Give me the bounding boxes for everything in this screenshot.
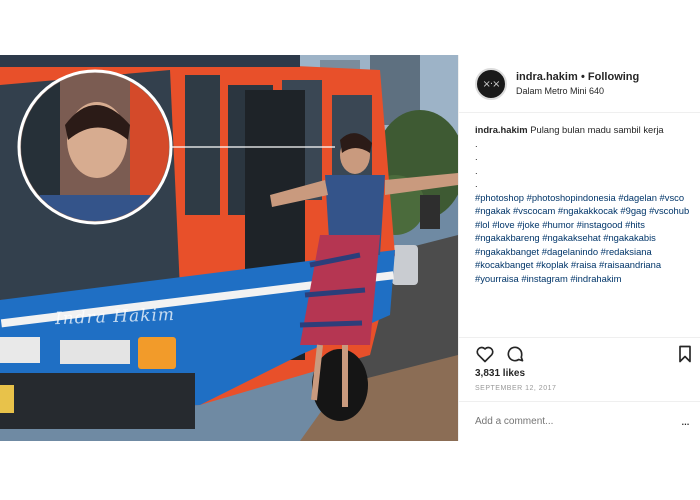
header-username[interactable]: indra.hakim	[516, 71, 578, 83]
post-header: ×·× indra.hakim • Following Dalam Metro …	[459, 55, 700, 113]
location-link[interactable]: Dalam Metro Mini 640	[516, 86, 604, 96]
caption-dot: .	[475, 178, 478, 189]
more-options-icon[interactable]: ...	[681, 413, 690, 428]
caption-dot: .	[475, 137, 478, 149]
post-date[interactable]: SEPTEMBER 12, 2017	[475, 385, 556, 392]
caption-username[interactable]: indra.hakim	[475, 124, 528, 135]
heart-icon[interactable]	[475, 344, 495, 364]
likes-count[interactable]: 3,831 likes	[475, 368, 525, 379]
post-photo[interactable]: Indra Hakim	[0, 55, 458, 441]
avatar[interactable]: ×·×	[475, 68, 507, 100]
caption-dot: .	[475, 151, 478, 162]
follow-status-wrap: • Following	[581, 71, 639, 83]
separator-dot: •	[581, 71, 588, 83]
post-panel: ×·× indra.hakim • Following Dalam Metro …	[458, 55, 700, 441]
action-bar	[459, 337, 700, 367]
bus-photo-illustration	[0, 55, 458, 441]
following-button[interactable]: Following	[588, 71, 639, 83]
caption-text: Pulang bulan madu sambil kerja	[527, 124, 664, 135]
comment-input[interactable]	[475, 416, 665, 427]
caption-hashtags[interactable]: #photoshop #photoshopindonesia #dagelan …	[475, 192, 689, 284]
comment-row: ...	[459, 401, 700, 441]
comment-icon[interactable]	[505, 344, 525, 364]
avatar-glyph: ×·×	[482, 78, 501, 90]
photo-watermark: Indra Hakim	[54, 304, 176, 330]
post-caption: indra.hakim Pulang bulan madu sambil ker…	[475, 123, 693, 343]
bookmark-icon[interactable]	[675, 344, 695, 364]
caption-dot: .	[475, 164, 478, 176]
